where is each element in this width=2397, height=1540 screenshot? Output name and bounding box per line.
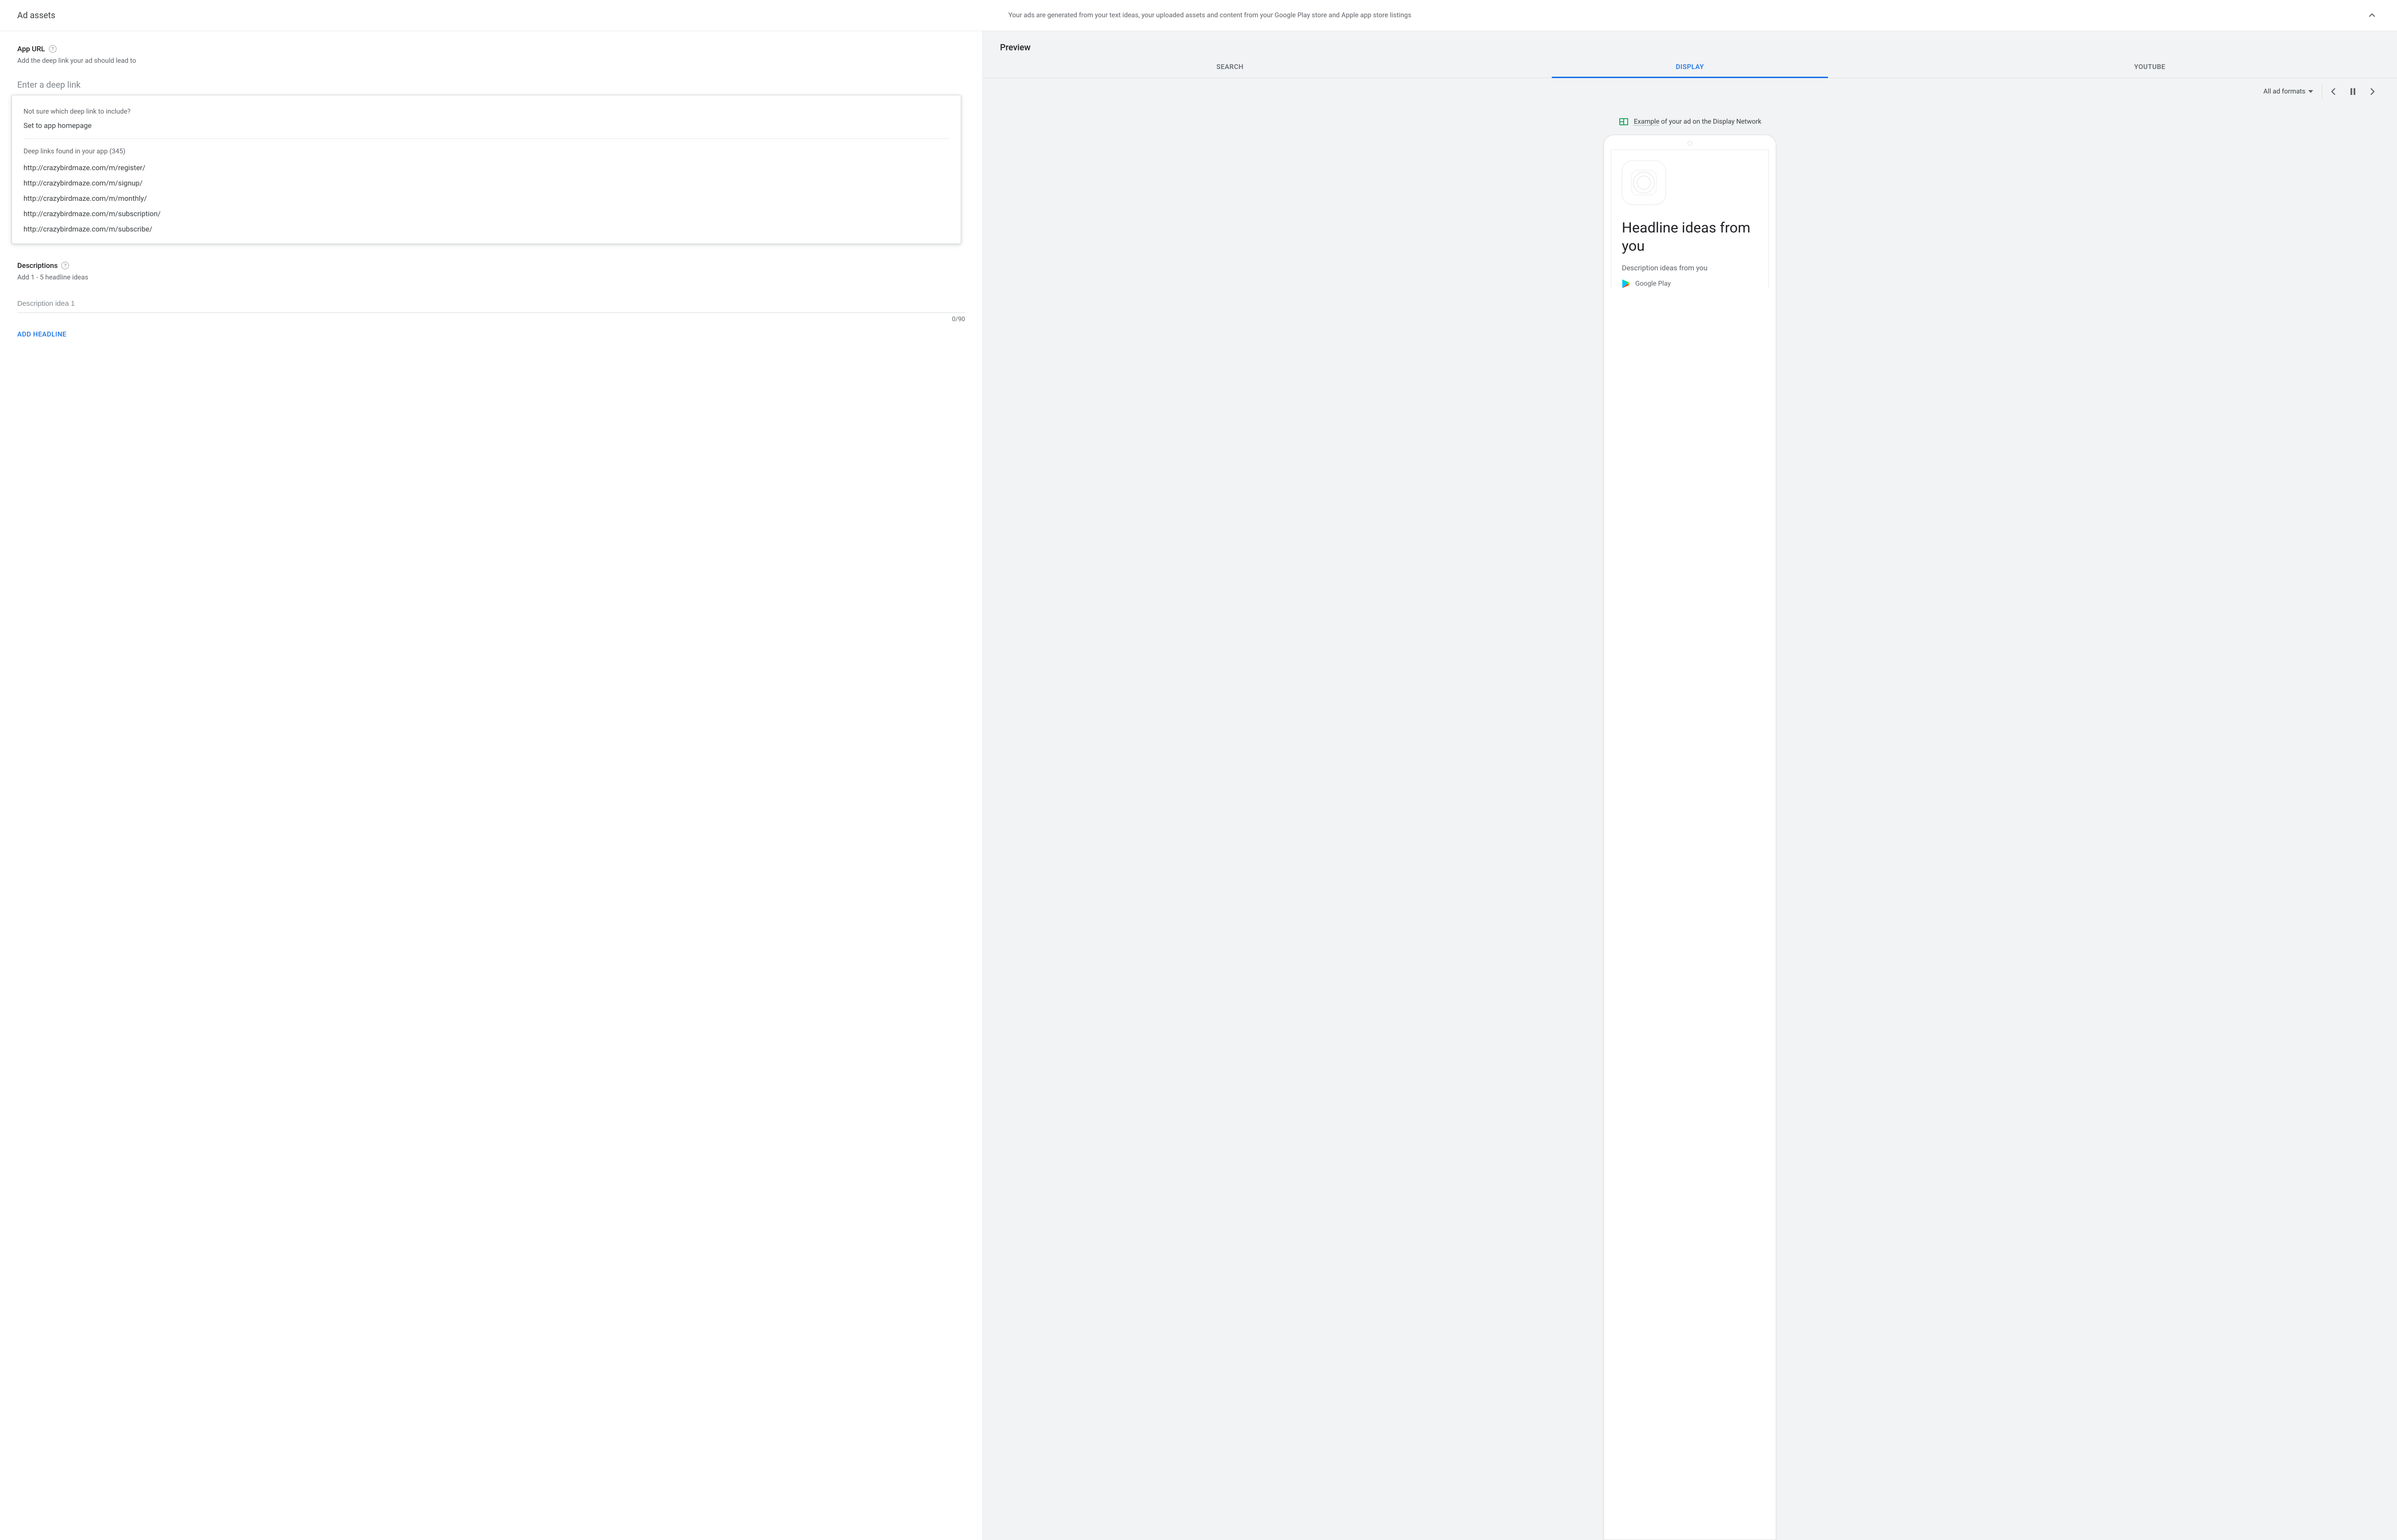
chevron-right-icon	[2366, 86, 2378, 97]
deep-link-item[interactable]: http://crazybirdmaze.com/m/subscription/	[12, 206, 961, 221]
app-url-label: App URL	[17, 45, 45, 53]
help-icon[interactable]: ?	[49, 45, 57, 53]
ad-format-label: All ad formats	[2263, 88, 2305, 95]
store-row: Google Play	[1622, 279, 1758, 289]
preview-controls: All ad formats	[983, 78, 2397, 105]
preview-stage: Headline ideas from you Description idea…	[983, 127, 2397, 1540]
descriptions-hint: Add 1 - 5 headline ideas	[17, 274, 965, 281]
chevron-left-icon	[2328, 86, 2339, 97]
deep-link-item[interactable]: http://crazybirdmaze.com/m/subscribe/	[12, 221, 961, 237]
header-subtitle: Your ads are generated from your text id…	[67, 12, 2353, 19]
add-headline-button[interactable]: ADD HEADLINE	[17, 331, 965, 338]
example-caption: Example of your ad on the Display Networ…	[983, 116, 2397, 127]
ad-format-select[interactable]: All ad formats	[2258, 85, 2318, 98]
preview-title: Preview	[983, 31, 2397, 57]
descriptions-section: Descriptions ? Add 1 - 5 headline ideas …	[17, 261, 965, 338]
placeholder-icon	[1629, 167, 1659, 198]
help-icon[interactable]: ?	[61, 262, 69, 269]
display-network-icon	[1618, 116, 1629, 127]
caret-down-icon	[2308, 90, 2313, 93]
preview-tabs: SEARCH DISPLAY YOUTUBE	[983, 57, 2397, 78]
header-title: Ad assets	[17, 11, 55, 21]
collapse-button[interactable]	[2364, 8, 2380, 23]
chevron-up-icon	[2366, 10, 2378, 21]
prev-button[interactable]	[2326, 84, 2341, 99]
pause-button[interactable]	[2345, 84, 2361, 99]
phone-frame: Headline ideas from you Description idea…	[1604, 135, 1776, 1540]
store-label: Google Play	[1635, 280, 1671, 288]
deep-link-dropdown: Not sure which deep link to include? Set…	[12, 95, 961, 244]
preview-headline: Headline ideas from you	[1622, 219, 1758, 255]
deep-link-item[interactable]: http://crazybirdmaze.com/m/signup/	[12, 175, 961, 191]
left-panel: App URL ? Add the deep link your ad shou…	[0, 31, 983, 1540]
deep-link-item[interactable]: http://crazybirdmaze.com/m/register/	[12, 160, 961, 175]
tab-search[interactable]: SEARCH	[1000, 57, 1460, 78]
deep-link-list: http://crazybirdmaze.com/m/register/ htt…	[12, 160, 961, 237]
deep-link-item[interactable]: http://crazybirdmaze.com/m/monthly/	[12, 191, 961, 206]
descriptions-label-row: Descriptions ?	[17, 261, 965, 270]
char-count: 0/90	[17, 313, 965, 323]
description-input-row	[17, 295, 965, 313]
preview-description: Description ideas from you	[1622, 264, 1758, 272]
example-suffix: of your ad on the Display Network	[1661, 118, 1761, 126]
google-play-icon	[1622, 279, 1630, 289]
app-url-label-row: App URL ?	[17, 45, 965, 53]
tab-youtube[interactable]: YOUTUBE	[1920, 57, 2380, 78]
main-layout: App URL ? Add the deep link your ad shou…	[0, 31, 2397, 1540]
pause-icon	[2347, 86, 2359, 97]
app-icon-placeholder	[1622, 161, 1666, 205]
preview-panel: Preview SEARCH DISPLAY YOUTUBE All ad fo…	[983, 31, 2397, 1540]
deep-links-found-label: Deep links found in your app (345)	[12, 139, 961, 160]
descriptions-label: Descriptions	[17, 261, 58, 270]
ad-assets-header: Ad assets Your ads are generated from yo…	[0, 0, 2397, 31]
description-input-1[interactable]	[17, 295, 965, 313]
example-word: Example	[1634, 118, 1659, 126]
ad-card: Headline ideas from you Description idea…	[1611, 150, 1769, 289]
tab-display[interactable]: DISPLAY	[1460, 57, 1920, 78]
app-url-hint: Add the deep link your ad should lead to	[17, 57, 965, 65]
deep-link-input[interactable]: Enter a deep link	[17, 78, 965, 95]
set-homepage-action[interactable]: Set to app homepage	[12, 119, 961, 139]
next-button[interactable]	[2364, 84, 2380, 99]
deep-link-unsure-hint: Not sure which deep link to include?	[12, 99, 961, 119]
